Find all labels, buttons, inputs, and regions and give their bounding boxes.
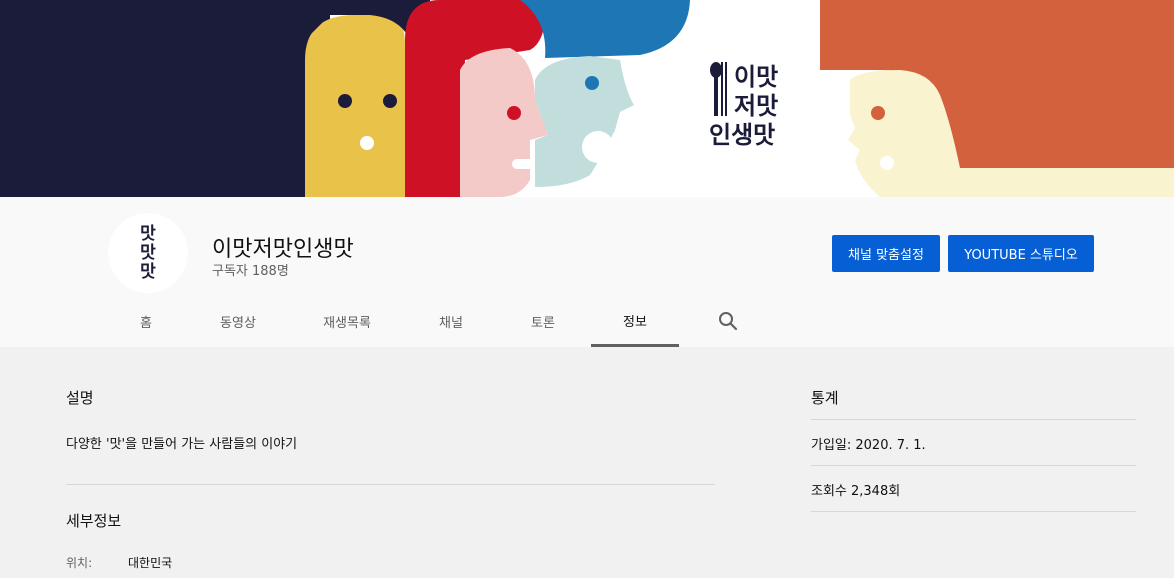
stats-divider (811, 511, 1136, 512)
youtube-studio-button[interactable]: YOUTUBE 스튜디오 (948, 235, 1094, 272)
about-content: 설명 다양한 '맛'을 만들어 가는 사람들의 이야기 세부정보 위치: 대한민… (0, 347, 1174, 578)
customize-channel-button[interactable]: 채널 맞춤설정 (832, 235, 940, 272)
tab-home[interactable]: 홈 (106, 296, 186, 347)
joined-date: 가입일: 2020. 7. 1. (811, 438, 926, 453)
banner-logo-line3: 인생맛 (709, 121, 775, 149)
banner-logo-line2: 저맛 (734, 92, 778, 120)
search-icon[interactable] (716, 309, 740, 333)
stats-divider (811, 419, 1136, 420)
stats-divider (811, 465, 1136, 466)
tab-discussion[interactable]: 토론 (499, 296, 587, 347)
subscriber-count: 구독자 188명 (212, 264, 289, 279)
stats-title: 통계 (811, 389, 839, 407)
tab-about[interactable]: 정보 (591, 296, 679, 347)
banner-illustration: 이맛 저맛 인생맛 (0, 0, 1174, 197)
section-divider (66, 484, 715, 485)
avatar-text: 맛맛맛 (140, 223, 156, 282)
description-title: 설명 (66, 389, 94, 407)
view-count: 조회수 2,348회 (811, 484, 901, 499)
channel-header: 맛맛맛 이맛저맛인생맛 구독자 188명 채널 맞춤설정 YOUTUBE 스튜디… (0, 197, 1174, 347)
banner-logo-line1: 이맛 (734, 63, 778, 91)
location-value: 대한민국 (128, 556, 173, 570)
details-title: 세부정보 (66, 512, 122, 530)
location-label: 위치: (66, 556, 93, 570)
tab-videos[interactable]: 동영상 (194, 296, 282, 347)
channel-banner: 이맛 저맛 인생맛 (0, 0, 1174, 197)
tab-channels[interactable]: 채널 (407, 296, 495, 347)
channel-avatar[interactable]: 맛맛맛 (108, 213, 188, 293)
channel-name: 이맛저맛인생맛 (212, 237, 354, 262)
description-text: 다양한 '맛'을 만들어 가는 사람들의 이야기 (66, 437, 298, 452)
tab-playlists[interactable]: 재생목록 (303, 296, 391, 347)
channel-tabs: 홈 동영상 재생목록 채널 토론 정보 (100, 296, 760, 347)
